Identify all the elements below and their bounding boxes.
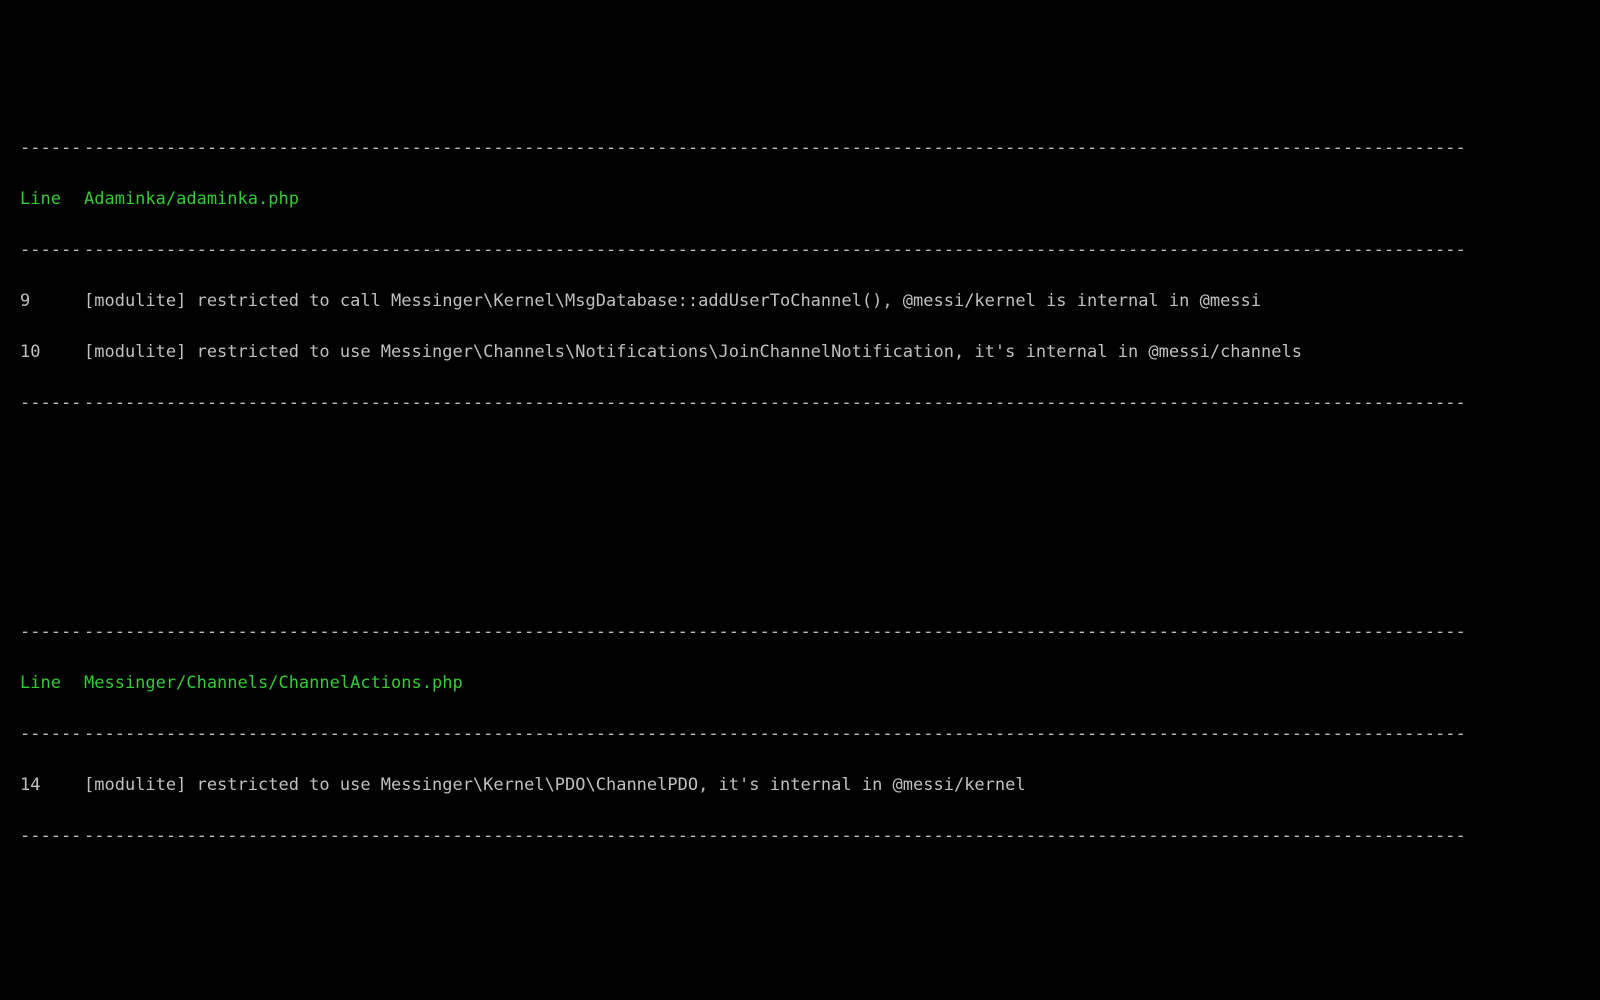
separator-row: ----------------------------------------…: [0, 136, 1600, 162]
blank-line: [0, 467, 1600, 493]
separator-row: ----------------------------------------…: [0, 824, 1600, 850]
separator-short: ------: [0, 238, 84, 264]
separator-short: ------: [0, 722, 84, 748]
file-header-row: LineAdaminka/adaminka.php: [0, 187, 1600, 213]
error-row: 10[modulite] restricted to use Messinger…: [0, 340, 1600, 366]
separator-long: ----------------------------------------…: [84, 722, 1466, 748]
separator-long: ----------------------------------------…: [84, 238, 1466, 264]
error-message: [modulite] restricted to call Messinger\…: [84, 289, 1261, 315]
separator-long: ----------------------------------------…: [84, 391, 1466, 417]
separator-short: ------: [0, 391, 84, 417]
separator-long: ----------------------------------------…: [84, 824, 1466, 850]
line-number: 10: [0, 340, 84, 366]
separator-short: ------: [0, 620, 84, 646]
line-header-label: Line: [0, 671, 84, 697]
separator-short: ------: [0, 824, 84, 850]
file-header-row: LineMessinger/Channels/ChannelActions.ph…: [0, 671, 1600, 697]
separator-short: ------: [0, 136, 84, 162]
blank-line: [0, 952, 1600, 978]
separator-long: ----------------------------------------…: [84, 620, 1466, 646]
file-path: Adaminka/adaminka.php: [84, 187, 299, 213]
error-row: 14[modulite] restricted to use Messinger…: [0, 773, 1600, 799]
line-header-label: Line: [0, 187, 84, 213]
line-number: 14: [0, 773, 84, 799]
separator-row: ----------------------------------------…: [0, 620, 1600, 646]
separator-row: ----------------------------------------…: [0, 238, 1600, 264]
separator-row: ----------------------------------------…: [0, 391, 1600, 417]
error-message: [modulite] restricted to use Messinger\K…: [84, 773, 1026, 799]
error-message: [modulite] restricted to use Messinger\C…: [84, 340, 1302, 366]
line-number: 9: [0, 289, 84, 315]
separator-row: ----------------------------------------…: [0, 722, 1600, 748]
error-row: 9[modulite] restricted to call Messinger…: [0, 289, 1600, 315]
blank-line: [0, 901, 1600, 927]
file-path: Messinger/Channels/ChannelActions.php: [84, 671, 463, 697]
separator-long: ----------------------------------------…: [84, 136, 1466, 162]
blank-line: [0, 518, 1600, 544]
